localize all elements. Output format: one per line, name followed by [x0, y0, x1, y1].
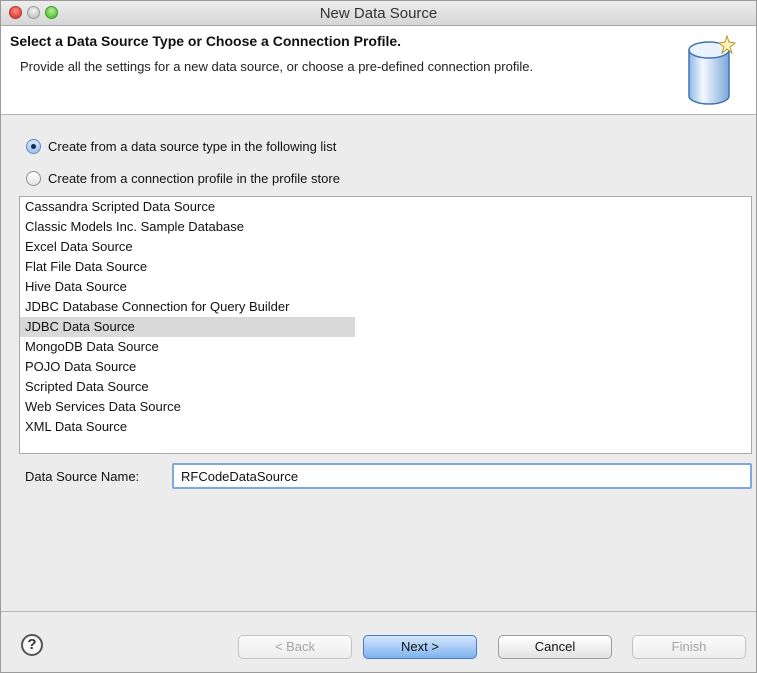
list-item[interactable]: POJO Data Source: [20, 357, 355, 377]
list-item[interactable]: Web Services Data Source: [20, 397, 355, 417]
wizard-header: Select a Data Source Type or Choose a Co…: [1, 26, 756, 115]
radio-from-profile[interactable]: Create from a connection profile in the …: [26, 168, 340, 188]
list-item[interactable]: Flat File Data Source: [20, 257, 355, 277]
finish-button[interactable]: Finish: [632, 635, 746, 659]
list-item[interactable]: XML Data Source: [20, 417, 355, 437]
title-bar: New Data Source: [1, 1, 756, 26]
data-source-name-input[interactable]: [172, 463, 752, 489]
help-icon[interactable]: ?: [21, 634, 43, 656]
next-button[interactable]: Next >: [363, 635, 477, 659]
wizard-page-description: Provide all the settings for a new data …: [20, 59, 534, 74]
window-title: New Data Source: [319, 5, 438, 22]
radio-from-type-label: Create from a data source type in the fo…: [48, 138, 337, 154]
radio-from-type[interactable]: Create from a data source type in the fo…: [26, 136, 336, 156]
list-item[interactable]: Excel Data Source: [20, 237, 355, 257]
wizard-page-title: Select a Data Source Type or Choose a Co…: [10, 33, 402, 49]
list-item[interactable]: Scripted Data Source: [20, 377, 355, 397]
list-item-selected[interactable]: JDBC Data Source: [20, 317, 355, 337]
list-item[interactable]: MongoDB Data Source: [20, 337, 355, 357]
radio-from-profile-indicator[interactable]: [26, 170, 41, 186]
radio-from-type-indicator[interactable]: [26, 138, 41, 154]
list-item[interactable]: JDBC Database Connection for Query Build…: [20, 297, 355, 317]
cancel-button[interactable]: Cancel: [498, 635, 612, 659]
footer-separator: [1, 611, 756, 612]
list-item[interactable]: Hive Data Source: [20, 277, 355, 297]
list-item[interactable]: Classic Models Inc. Sample Database: [20, 217, 355, 237]
back-button[interactable]: < Back: [238, 635, 352, 659]
database-icon: [688, 34, 737, 105]
data-source-name-label: Data Source Name:: [25, 469, 140, 484]
radio-from-profile-label: Create from a connection profile in the …: [48, 170, 340, 186]
list-item[interactable]: Cassandra Scripted Data Source: [20, 197, 355, 217]
new-data-source-dialog: New Data Source Select a Data Source Typ…: [0, 0, 757, 673]
data-source-type-list[interactable]: Cassandra Scripted Data Source Classic M…: [19, 196, 752, 454]
